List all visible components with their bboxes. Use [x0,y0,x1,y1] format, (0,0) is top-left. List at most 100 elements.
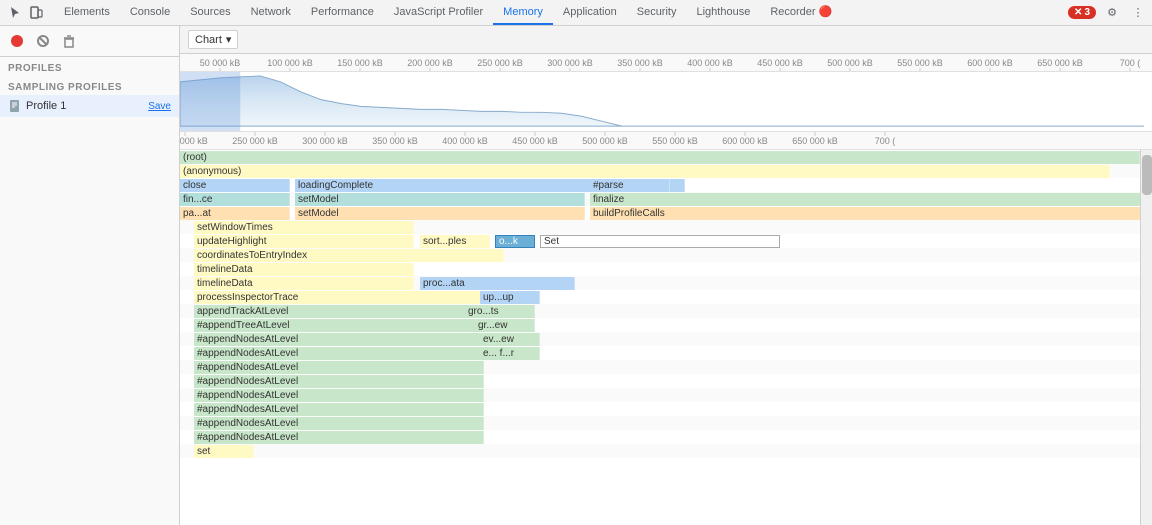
nav-tab-javascript-profiler[interactable]: JavaScript Profiler [384,0,493,25]
sidebar-toolbar [0,26,179,57]
flame-cell[interactable]: #appendTreeAtLevel [194,319,479,332]
flame-cell[interactable]: o...k [495,235,535,248]
flame-cell[interactable]: #appendNodesAtLevel [194,333,484,346]
flame-cell[interactable]: #parse [590,179,670,192]
flame-cell[interactable]: timelineData [194,263,414,276]
svg-text:200 000 kB: 200 000 kB [180,136,208,146]
record-button[interactable] [6,30,28,52]
delete-button[interactable] [58,30,80,52]
nav-tab-console[interactable]: Console [120,0,180,25]
content-area: Chart ▾ 50 000 kB100 000 kB150 000 kB200… [180,26,1152,525]
flame-cell[interactable]: set [194,445,254,458]
flame-cell[interactable]: fin...ce [180,193,290,206]
profile-item-left: Profile 1 [8,99,66,113]
nav-tab-security[interactable]: Security [627,0,687,25]
flame-cell[interactable]: processInspectorTrace [194,291,484,304]
nav-tab-memory[interactable]: Memory [493,0,553,25]
stop-button[interactable] [32,30,54,52]
nav-tab-application[interactable]: Application [553,0,627,25]
svg-text:500 000 kB: 500 000 kB [582,136,628,146]
flame-row[interactable]: (anonymous) [180,164,1140,178]
flame-row[interactable]: #appendTreeAtLevelgr...ew [180,318,1140,332]
flame-row[interactable]: coordinatesToEntryIndex [180,248,1140,262]
flame-cell[interactable]: #appendNodesAtLevel [194,403,484,416]
flame-row[interactable]: setWindowTimes [180,220,1140,234]
flame-cell[interactable]: appendTrackAtLevel [194,305,469,318]
nav-tabs: ElementsConsoleSourcesNetworkPerformance… [54,0,1068,25]
profiles-title: Profiles [0,57,179,76]
flame-cell[interactable]: #appendNodesAtLevel [194,417,484,430]
profile-item[interactable]: Profile 1 Save [0,95,179,117]
flame-cell[interactable]: e... f...r [480,347,540,360]
flame-cell[interactable]: close [180,179,290,192]
flame-chart[interactable]: (root)(anonymous)closeloadingComplete#pa… [180,150,1140,525]
flame-cell[interactable]: gro...ts [465,305,535,318]
svg-text:550 000 kB: 550 000 kB [652,136,698,146]
flame-row[interactable]: processInspectorTraceup...up [180,290,1140,304]
flame-row[interactable]: #appendNodesAtLevel [180,374,1140,388]
flame-row[interactable]: updateHighlight sort...ples o...k Set [180,234,1140,248]
svg-text:250 000 kB: 250 000 kB [477,58,523,68]
flame-row[interactable]: pa...at setModel buildProfileCalls [180,206,1140,220]
scrollbar-track[interactable] [1140,150,1152,525]
flame-cell[interactable]: pa...at [180,207,290,220]
flame-cell[interactable]: setModel [295,193,585,206]
flame-row[interactable]: (root) [180,150,1140,164]
nav-right: ✕ 3 ⚙ ⋮ [1068,3,1148,23]
flame-cell[interactable]: updateHighlight [194,235,414,248]
flame-cell[interactable]: coordinatesToEntryIndex [194,249,504,262]
flame-cell[interactable]: #appendNodesAtLevel [194,389,484,402]
flame-cell[interactable]: proc...ata [420,277,575,290]
flame-row[interactable]: #appendNodesAtLevel [180,388,1140,402]
flame-cell[interactable]: buildProfileCalls [590,207,1140,220]
flame-cell[interactable]: #appendNodesAtLevel [194,361,484,374]
flame-cell[interactable]: setModel [295,207,585,220]
flame-cell[interactable]: (root) [180,151,1140,164]
inspect-icon[interactable] [4,3,24,23]
more-button[interactable]: ⋮ [1128,3,1148,23]
nav-tab-network[interactable]: Network [241,0,301,25]
svg-text:200 000 kB: 200 000 kB [407,58,453,68]
save-profile-button[interactable]: Save [148,101,171,112]
flame-row[interactable]: appendTrackAtLevelgro...ts [180,304,1140,318]
flame-row[interactable]: #appendNodesAtLevel [180,430,1140,444]
nav-tab-lighthouse[interactable]: Lighthouse [686,0,760,25]
flame-cell[interactable]: sort...ples [420,235,490,248]
flame-cell[interactable]: finalize [590,193,1140,206]
scrollbar-thumb[interactable] [1142,155,1152,195]
flame-row[interactable]: set [180,444,1140,458]
flame-row[interactable]: #appendNodesAtLevel [180,416,1140,430]
flame-row[interactable]: timelineData [180,262,1140,276]
flame-row[interactable]: #appendNodesAtLevelev...ew [180,332,1140,346]
flame-cell[interactable]: Set [540,235,780,248]
flame-row[interactable]: fin...ce setModel finalize [180,192,1140,206]
nav-tab-recorder[interactable]: Recorder 🔴 [760,0,842,25]
error-badge[interactable]: ✕ 3 [1068,6,1096,19]
flame-row[interactable]: timelineData proc...ata [180,276,1140,290]
nav-tab-sources[interactable]: Sources [180,0,240,25]
nav-tab-performance[interactable]: Performance [301,0,384,25]
flame-cell[interactable]: #appendNodesAtLevel [194,347,484,360]
flame-cell[interactable]: gr...ew [475,319,535,332]
settings-button[interactable]: ⚙ [1102,3,1122,23]
nav-tab-elements[interactable]: Elements [54,0,120,25]
flame-cell[interactable]: ev...ew [480,333,540,346]
svg-text:550 000 kB: 550 000 kB [897,58,943,68]
svg-text:150 000 kB: 150 000 kB [337,58,383,68]
flame-row[interactable]: #appendNodesAtLevel [180,402,1140,416]
chart-select[interactable]: Chart ▾ [188,30,238,49]
flame-row[interactable]: #appendNodesAtLevel [180,360,1140,374]
flame-row[interactable]: #appendNodesAtLevele... f...r [180,346,1140,360]
mini-chart[interactable] [180,72,1152,132]
flame-cell[interactable]: (anonymous) [180,165,1110,178]
flame-cell[interactable]: timelineData [194,277,414,290]
flame-cell[interactable]: #appendNodesAtLevel [194,375,484,388]
svg-text:300 000 kB: 300 000 kB [547,58,593,68]
flame-cell[interactable]: up...up [480,291,540,304]
flame-row[interactable]: closeloadingComplete#parse [180,178,1140,192]
flame-cell[interactable]: #appendNodesAtLevel [194,431,484,444]
svg-text:250 000 kB: 250 000 kB [232,136,278,146]
flame-cell[interactable]: setWindowTimes [194,221,414,234]
device-icon[interactable] [26,3,46,23]
svg-text:400 000 kB: 400 000 kB [687,58,733,68]
